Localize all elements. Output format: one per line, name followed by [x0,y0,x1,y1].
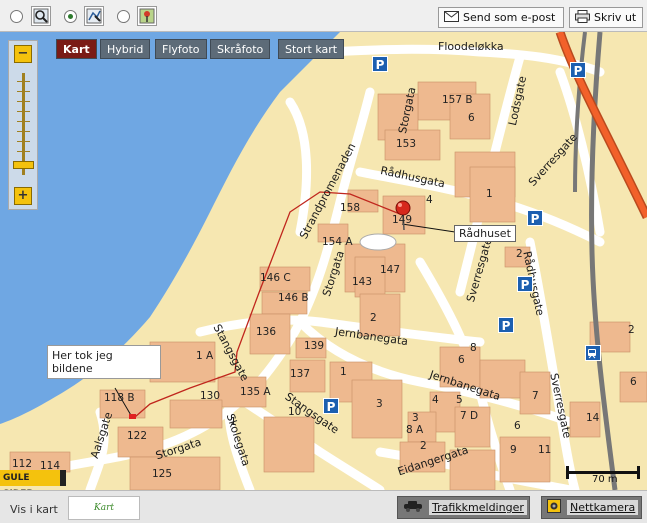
parking-icon: P [570,62,586,78]
house-number: 2 [628,324,635,336]
house-number: 6 [514,420,521,432]
house-number: 146 B [278,292,309,304]
car-icon [403,500,423,515]
zoom-tick [17,91,30,92]
house-number: 157 B [442,94,473,106]
house-number: 8 [470,342,477,354]
house-number: 10 [288,406,302,418]
print-label: Skriv ut [594,11,637,24]
vis-i-kart-logo-text: Kart [93,503,114,513]
draw-line-icon[interactable] [84,6,104,26]
house-number: 147 [380,264,401,276]
zoom-track[interactable] [22,73,25,175]
house-number: 6 [458,354,465,366]
house-number: 118 B [104,392,135,404]
bottom-bar: Vis i kart Kart Trafikkmeldinger Nettkam… [0,490,647,523]
house-number: 2 [516,248,523,260]
house-number: 1 [486,188,493,200]
parking-icon: P [323,398,339,414]
toolbar: Send som e-post Skriv ut [0,0,647,32]
house-number: 153 [396,138,417,150]
gule-sider-logo: GULE SIDER [0,470,66,490]
printer-icon [575,9,590,26]
house-number: 8 A [406,424,424,436]
webcam-button[interactable]: Nettkamera [541,496,642,519]
parking-icon: P [498,317,514,333]
house-number: 6 [468,112,475,124]
house-number: 112 [12,458,33,470]
print-button[interactable]: Skriv ut [569,7,643,28]
house-number: 146 C [260,272,291,284]
map-mode-radio-search[interactable] [10,10,23,23]
house-number: 7 [532,390,539,402]
webcam-label: Nettkamera [567,500,639,515]
house-number: 1 [230,416,237,428]
zoom-tick [17,111,30,112]
zoom-in-button[interactable]: + [14,187,32,205]
house-number: 3 [412,412,419,424]
house-number: 14 [586,412,600,424]
zoom-tick [17,141,30,142]
house-number: 2 [370,312,377,324]
webcam-icon [547,499,561,516]
house-number: 1 [340,366,347,378]
traffic-label: Trafikkmeldinger [429,500,527,515]
house-number: 135 A [240,386,271,398]
zoom-slider-handle[interactable] [13,161,34,170]
house-number: 2 [420,440,427,452]
traffic-button[interactable]: Trafikkmeldinger [397,496,530,519]
map-mode-radio-draw[interactable] [64,10,77,23]
scale-label: 70 m [592,474,618,485]
house-number: 5 [456,394,463,406]
house-number: 137 [290,368,311,380]
house-number: 7 D [460,410,479,422]
house-number: 130 [200,390,221,402]
zoom-tick [17,131,30,132]
house-number: 136 [256,326,277,338]
house-number: 139 [304,340,325,352]
house-number: 9 [510,444,517,456]
zoom-tick [17,101,30,102]
tab-flyfoto[interactable]: Flyfoto [155,39,207,59]
tab-skrafoto[interactable]: Skråfoto [210,39,271,59]
house-number: 125 [152,468,173,480]
map-mode-radio-pin[interactable] [117,10,130,23]
callout-text: Her tok jeg bildene [52,349,113,375]
house-number: 122 [127,430,148,442]
street-floodelokka: Floodeløkka [438,40,504,53]
radhuset-label: Rådhuset [454,225,516,242]
house-number: 11 [538,444,552,456]
house-number: 158 [340,202,361,214]
house-number: 1 A [196,350,214,362]
parking-icon: P [527,210,543,226]
house-number: 143 [352,276,373,288]
parking-icon: P [372,56,388,72]
house-number: 6 [630,376,637,388]
send-email-button[interactable]: Send som e-post [438,7,564,28]
zoom-control: − + [8,40,38,210]
vis-i-kart-logo[interactable]: Kart [68,496,140,520]
tab-hybrid[interactable]: Hybrid [100,39,151,59]
zoom-tick [17,81,30,82]
zoom-tick [17,151,30,152]
map-view[interactable]: Floodeløkka Lodsgate Storgata Rådhusgata… [0,32,647,490]
vis-i-kart-label: Vis i kart [10,503,58,516]
parking-icon: P [517,276,533,292]
send-email-label: Send som e-post [463,11,556,24]
search-map-icon[interactable] [31,6,51,26]
tab-stort-kart[interactable]: Stort kart [278,39,345,59]
photo-location-callout: Her tok jeg bildene [47,345,161,379]
train-station-icon [585,345,601,361]
house-number: 3 [376,398,383,410]
envelope-icon [444,10,459,25]
zoom-out-button[interactable]: − [14,45,32,63]
map-pin-icon[interactable] [137,6,157,26]
tab-kart[interactable]: Kart [56,39,97,59]
house-number: 154 A [322,236,353,248]
house-number: 4 [432,394,439,406]
zoom-tick [17,121,30,122]
house-number: 4 [426,194,433,206]
house-number: 149 [392,214,413,226]
